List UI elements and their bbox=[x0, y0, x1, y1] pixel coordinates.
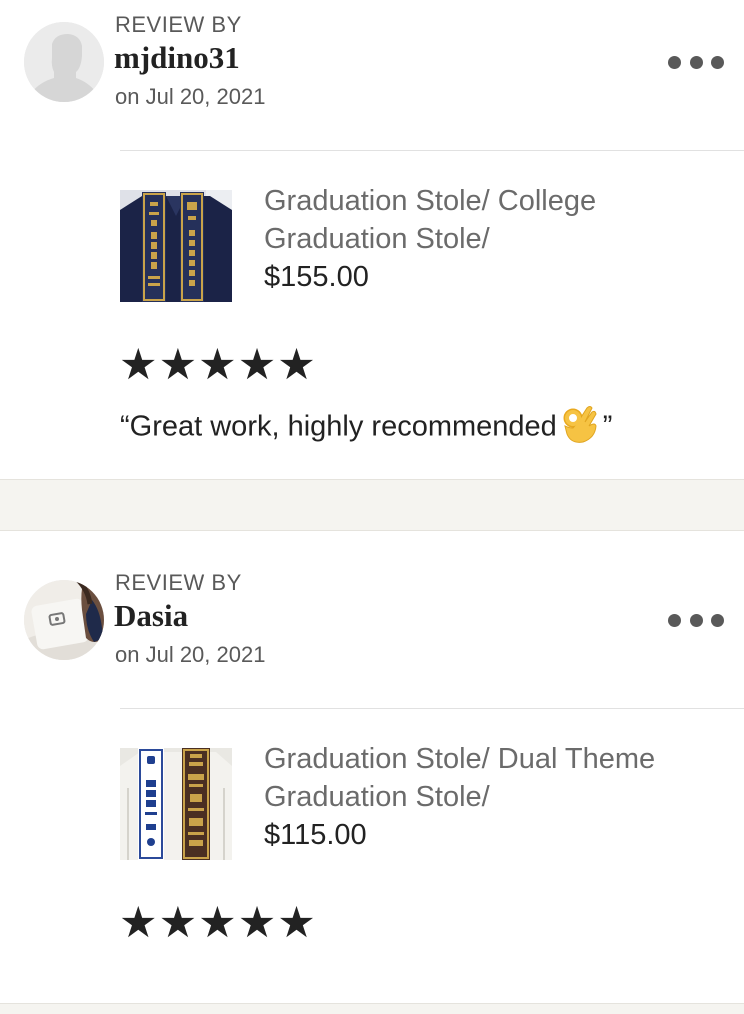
star-icon: ★ bbox=[158, 898, 198, 948]
section-separator bbox=[0, 479, 744, 531]
star-icon: ★ bbox=[277, 340, 316, 390]
more-options-button[interactable] bbox=[668, 50, 724, 74]
star-icon: ★ bbox=[198, 898, 237, 948]
review-card: REVIEW BY Dasia on Jul 20, 2021 Graduati… bbox=[0, 531, 744, 1003]
review-text-body: “Great work, highly recommended bbox=[120, 410, 557, 443]
product-title-link[interactable]: Graduation Stole/ Dual Theme Graduation … bbox=[264, 740, 704, 816]
more-dot-icon bbox=[711, 613, 724, 627]
star-icon: ★ bbox=[119, 898, 158, 948]
divider bbox=[120, 150, 744, 151]
more-dot-icon bbox=[689, 613, 703, 627]
star-icon: ★ bbox=[198, 340, 237, 390]
reviewer-avatar[interactable] bbox=[24, 580, 104, 660]
star-icon: ★ bbox=[237, 898, 277, 948]
more-dot-icon bbox=[668, 613, 681, 627]
reviewer-avatar[interactable] bbox=[24, 22, 104, 102]
review-card: REVIEW BY mjdino31 on Jul 20, 2021 Gradu… bbox=[0, 0, 744, 480]
product-thumbnail[interactable] bbox=[120, 190, 232, 302]
section-separator bbox=[0, 1003, 744, 1014]
more-dot-icon bbox=[711, 55, 724, 69]
reviewer-name[interactable]: mjdino31 bbox=[114, 40, 240, 76]
review-by-label: REVIEW BY bbox=[115, 12, 242, 37]
review-date: on Jul 20, 2021 bbox=[115, 642, 266, 667]
review-text: “Great work, highly recommended ” bbox=[120, 404, 612, 452]
star-rating: ★ ★ ★ ★ ★ bbox=[119, 343, 316, 387]
star-icon: ★ bbox=[119, 340, 158, 390]
star-rating: ★ ★ ★ ★ ★ bbox=[119, 901, 316, 945]
review-date: on Jul 20, 2021 bbox=[115, 84, 266, 109]
product-price: $115.00 bbox=[264, 819, 367, 851]
star-icon: ★ bbox=[277, 898, 316, 948]
reviewer-name[interactable]: Dasia bbox=[114, 598, 188, 634]
divider bbox=[120, 708, 744, 709]
product-thumbnail[interactable] bbox=[120, 748, 232, 860]
more-options-button[interactable] bbox=[668, 608, 724, 632]
star-icon: ★ bbox=[158, 340, 198, 390]
product-title-link[interactable]: Graduation Stole/ College Graduation Sto… bbox=[264, 182, 704, 258]
more-dot-icon bbox=[668, 55, 681, 69]
more-dot-icon bbox=[689, 55, 703, 69]
star-icon: ★ bbox=[237, 340, 277, 390]
product-price: $155.00 bbox=[264, 261, 369, 293]
review-text-close-quote: ” bbox=[602, 410, 613, 443]
review-by-label: REVIEW BY bbox=[115, 570, 242, 595]
ok-hand-emoji-icon bbox=[561, 404, 597, 452]
